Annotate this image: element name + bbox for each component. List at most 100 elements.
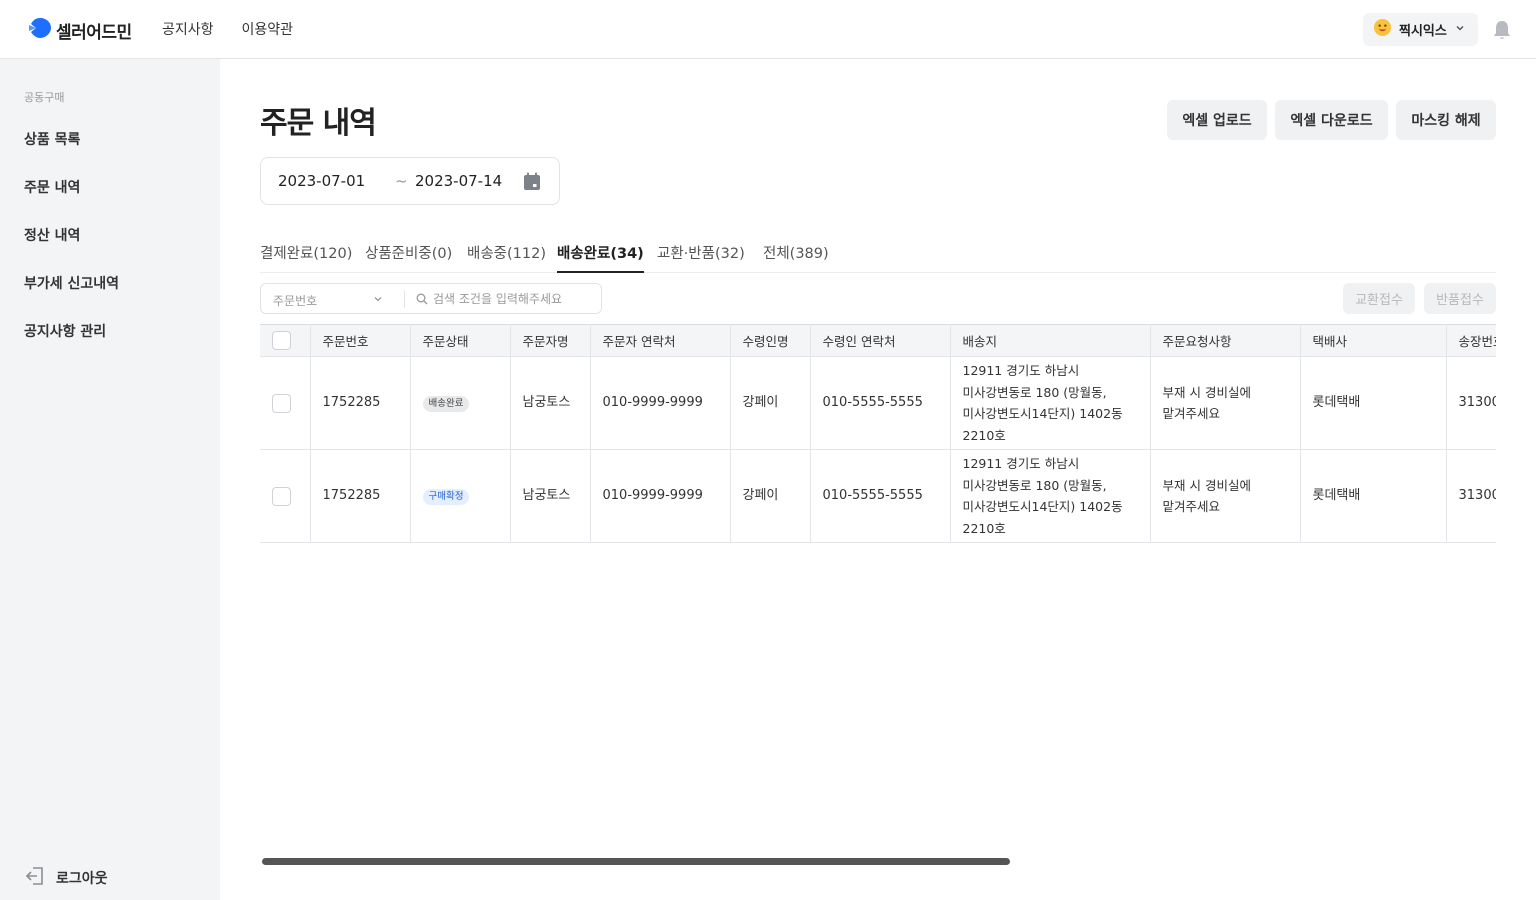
search-field-select[interactable]: 주문번호 — [273, 292, 317, 309]
address-line: 2210호 — [962, 520, 1006, 536]
tab-shipping[interactable]: 배송중(112) — [467, 242, 546, 263]
sidebar-item-vat[interactable]: 부가세 신고내역 — [24, 273, 119, 293]
select-all-cell — [260, 324, 311, 357]
orders-table-container: 주문번호 주문상태 주문자명 주문자 연락처 수령인명 수령인 연락처 배송지 … — [260, 324, 1496, 544]
order-no: 1752285 — [309, 356, 411, 450]
buyer-name: 남궁토스 — [509, 449, 591, 543]
receiver-phone: 010-5555-5555 — [809, 449, 951, 543]
date-separator: ~ — [395, 172, 408, 190]
address-line: 미사강변도시14단지) 1402동 — [962, 406, 1123, 421]
col-tracking[interactable]: 송장번호 — [1445, 324, 1496, 357]
receiver-phone: 010-5555-5555 — [809, 356, 951, 450]
status-tabs: 결제완료(120) 상품준비중(0) 배송중(112) 배송완료(34) 교환·… — [260, 242, 1496, 273]
request-line: 맡겨주세요 — [1162, 499, 1221, 514]
sidebar-section-title: 공동구매 — [24, 91, 65, 104]
user-menu[interactable]: 찍시익스 — [1363, 13, 1478, 46]
tab-paid[interactable]: 결제완료(120) — [260, 242, 352, 263]
courier: 롯데택배 — [1299, 449, 1447, 543]
row-select-cell — [260, 449, 311, 543]
buyer-phone: 010-9999-9999 — [589, 356, 731, 450]
sidebar-item-orders[interactable]: 주문 내역 — [24, 177, 80, 197]
request-cell: 부재 시 경비실에 맡겨주세요 — [1149, 449, 1301, 543]
status-cell: 배송완료 — [409, 356, 511, 450]
search-input[interactable] — [433, 289, 593, 309]
col-receiver[interactable]: 수령인명 — [729, 324, 811, 357]
tab-all[interactable]: 전체(389) — [763, 242, 829, 263]
col-address[interactable]: 배송지 — [949, 324, 1151, 357]
tracking-no: 31300 — [1445, 356, 1496, 450]
page-title: 주문 내역 — [260, 106, 377, 141]
request-line: 맡겨주세요 — [1162, 406, 1221, 421]
row-checkbox[interactable] — [272, 486, 291, 506]
excel-upload-button[interactable]: 엑셀 업로드 — [1167, 100, 1267, 140]
row-select-cell — [260, 356, 311, 450]
col-courier[interactable]: 택배사 — [1299, 324, 1447, 357]
receiver-name: 강페이 — [729, 356, 811, 450]
sidebar: 공동구매 상품 목록 주문 내역 정산 내역 부가세 신고내역 공지사항 관리 … — [0, 59, 220, 900]
nav-notice[interactable]: 공지사항 — [162, 19, 214, 39]
request-line: 부재 시 경비실에 — [1162, 477, 1251, 493]
sidebar-item-products[interactable]: 상품 목록 — [24, 129, 80, 149]
address-line: 2210호 — [962, 427, 1006, 443]
logout-button[interactable]: 로그아웃 — [24, 865, 108, 891]
logo-text: 셀러어드민 — [56, 22, 132, 43]
unmask-button[interactable]: 마스킹 해제 — [1396, 100, 1496, 140]
address-cell: 12911 경기도 하남시 미사강변동로 180 (망월동, 미사강변도시14단… — [949, 356, 1151, 450]
status-cell: 구매확정 — [409, 449, 511, 543]
search-icon — [416, 293, 428, 308]
col-buyer-phone[interactable]: 주문자 연락처 — [589, 324, 731, 357]
col-order-no[interactable]: 주문번호 — [309, 324, 411, 357]
order-no: 1752285 — [309, 449, 411, 543]
col-receiver-phone[interactable]: 수령인 연락처 — [809, 324, 951, 357]
start-date[interactable]: 2023-07-01 — [278, 172, 365, 190]
logout-label: 로그아웃 — [56, 871, 108, 887]
search-filter: 주문번호 — [260, 283, 602, 314]
buyer-name: 남궁토스 — [509, 356, 591, 450]
end-date[interactable]: 2023-07-14 — [415, 172, 502, 190]
user-avatar-icon — [1373, 18, 1392, 41]
courier: 롯데택배 — [1299, 356, 1447, 450]
table-row[interactable]: 1752285 구매확정 남궁토스 010-9999-9999 강페이 010-… — [260, 449, 1496, 543]
address-line: 미사강변동로 180 (망월동, — [962, 477, 1107, 493]
receiver-name: 강페이 — [729, 449, 811, 543]
return-receipt-button[interactable]: 반품접수 — [1424, 283, 1496, 314]
divider — [404, 290, 405, 308]
address-line: 12911 경기도 하남시 — [962, 456, 1080, 471]
excel-download-button[interactable]: 엑셀 다운로드 — [1275, 100, 1388, 140]
exchange-receipt-button[interactable]: 교환접수 — [1343, 283, 1415, 314]
user-name: 찍시익스 — [1399, 24, 1447, 39]
logo-icon — [28, 16, 52, 44]
top-nav: 공지사항 이용약관 — [162, 19, 293, 39]
request-cell: 부재 시 경비실에 맡겨주세요 — [1149, 356, 1301, 450]
col-status[interactable]: 주문상태 — [409, 324, 511, 357]
status-badge: 구매확정 — [422, 489, 470, 506]
col-request[interactable]: 주문요청사항 — [1149, 324, 1301, 357]
tab-preparing[interactable]: 상품준비중(0) — [365, 242, 452, 263]
horizontal-scrollbar[interactable] — [262, 858, 1010, 865]
tab-exchange-return[interactable]: 교환·반품(32) — [657, 242, 745, 263]
address-line: 미사강변도시14단지) 1402동 — [962, 499, 1123, 514]
sidebar-item-notice-admin[interactable]: 공지사항 관리 — [24, 321, 106, 341]
tracking-no: 31300 — [1445, 449, 1496, 543]
address-line: 12911 경기도 하남시 — [962, 363, 1080, 378]
status-badge: 배송완료 — [422, 396, 470, 413]
tab-delivered[interactable]: 배송완료(34) — [557, 242, 644, 273]
calendar-icon[interactable] — [523, 172, 541, 195]
address-line: 미사강변동로 180 (망월동, — [962, 384, 1107, 400]
top-bar: 셀러어드민 공지사항 이용약관 찍시익스 — [0, 0, 1536, 59]
sidebar-item-settlement[interactable]: 정산 내역 — [24, 225, 80, 245]
chevron-down-icon[interactable] — [373, 293, 383, 307]
select-all-checkbox[interactable] — [272, 331, 291, 350]
bell-icon[interactable] — [1492, 19, 1512, 45]
date-range-picker[interactable]: 2023-07-01 ~ 2023-07-14 — [260, 157, 560, 205]
table-row[interactable]: 1752285 배송완료 남궁토스 010-9999-9999 강페이 010-… — [260, 356, 1496, 450]
nav-terms[interactable]: 이용약관 — [242, 19, 294, 39]
orders-table: 주문번호 주문상태 주문자명 주문자 연락처 수령인명 수령인 연락처 배송지 … — [260, 324, 1496, 543]
row-checkbox[interactable] — [272, 393, 291, 413]
request-line: 부재 시 경비실에 — [1162, 384, 1251, 400]
buyer-phone: 010-9999-9999 — [589, 449, 731, 543]
col-buyer[interactable]: 주문자명 — [509, 324, 591, 357]
chevron-down-icon — [1454, 22, 1466, 38]
logout-icon — [24, 865, 46, 891]
logo[interactable]: 셀러어드민 — [28, 16, 132, 44]
